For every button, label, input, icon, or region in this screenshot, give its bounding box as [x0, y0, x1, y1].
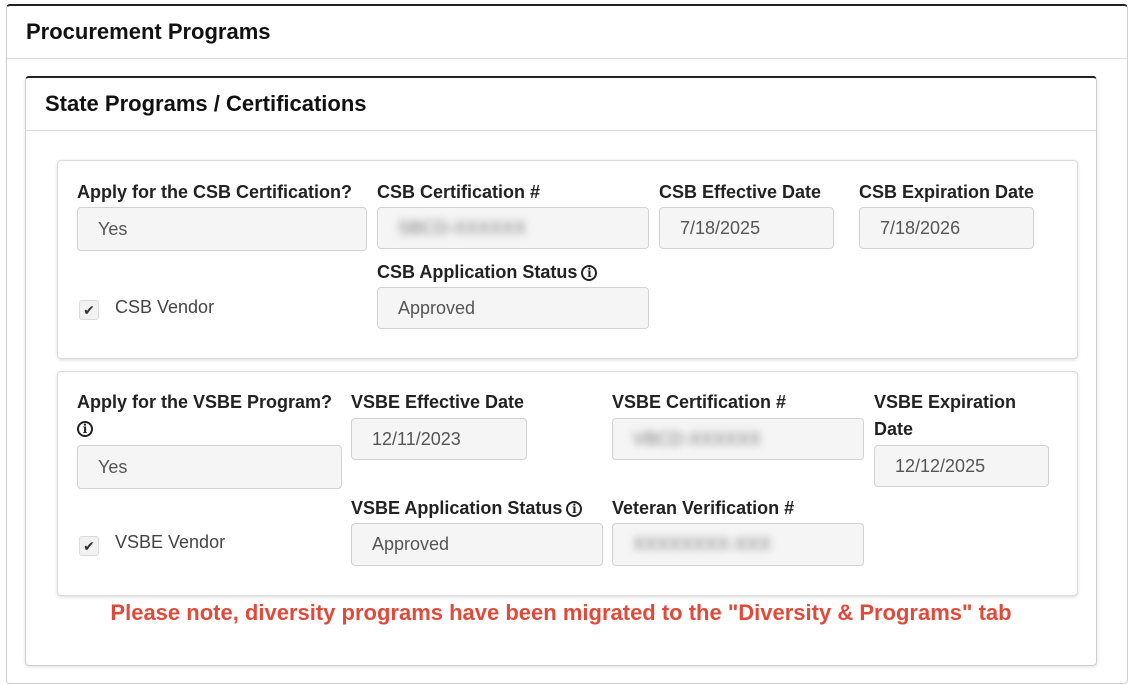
vsbe-apply-value: Yes: [98, 456, 128, 477]
check-icon: ✔: [83, 537, 95, 554]
csb-cert-label: CSB Certification #: [377, 182, 541, 202]
info-icon[interactable]: i: [77, 421, 93, 437]
vsbe-apply-label: Apply for the VSBE Program?: [77, 392, 333, 412]
vsbe-apply-label-row: Apply for the VSBE Program? i: [77, 389, 332, 441]
csb-expiration-label: CSB Expiration Date: [859, 182, 1035, 202]
csb-expiration-field[interactable]: 7/18/2026: [859, 207, 1034, 249]
csb-status-label-row: CSB Application Status i: [377, 259, 598, 285]
vsbe-veteran-label: Veteran Verification #: [612, 498, 795, 518]
csb-effective-label: CSB Effective Date: [659, 182, 822, 202]
csb-status-field[interactable]: Approved: [377, 287, 649, 329]
vsbe-effective-field[interactable]: 12/11/2023: [351, 418, 527, 460]
vsbe-vendor-label: VSBE Vendor: [115, 532, 226, 552]
csb-apply-value: Yes: [98, 218, 128, 239]
csb-apply-label: Apply for the CSB Certification?: [77, 182, 353, 202]
vsbe-veteran-field[interactable]: XXXXXXXX-XXX: [612, 523, 864, 566]
vsbe-expiration-value: 12/12/2025: [895, 455, 986, 476]
csb-status-label: CSB Application Status: [377, 262, 578, 282]
vsbe-expiration-field[interactable]: 12/12/2025: [874, 445, 1049, 487]
vsbe-expiration-label: VSBE Expiration Date: [874, 392, 1017, 439]
vsbe-cert-value: VBCD-XXXXXX: [633, 428, 762, 449]
vsbe-veteran-value: XXXXXXXX-XXX: [633, 534, 772, 554]
vsbe-panel: Apply for the VSBE Program? i Yes VSBE Ef…: [57, 371, 1078, 596]
csb-expiration-value: 7/18/2026: [880, 217, 961, 238]
csb-apply-field[interactable]: Yes: [77, 207, 367, 251]
state-programs-card: State Programs / Certifications Apply fo…: [25, 76, 1097, 666]
check-icon: ✔: [83, 301, 95, 318]
vsbe-apply-field[interactable]: Yes: [77, 445, 342, 489]
csb-vendor-checkbox[interactable]: ✔: [79, 300, 99, 320]
vsbe-cert-label: VSBE Certification #: [612, 392, 787, 412]
vsbe-status-label: VSBE Application Status: [351, 498, 563, 518]
vsbe-effective-label: VSBE Effective Date: [351, 392, 525, 412]
csb-panel: Apply for the CSB Certification? Yes CSB…: [57, 160, 1078, 359]
migration-note: Please note, diversity programs have bee…: [110, 600, 1012, 625]
vsbe-status-value: Approved: [372, 534, 450, 554]
csb-cert-field[interactable]: SBCD-XXXXXX: [377, 207, 649, 249]
procurement-programs-title: Procurement Programs: [7, 6, 1127, 59]
vsbe-cert-field[interactable]: VBCD-XXXXXX: [612, 418, 864, 460]
csb-status-value: Approved: [398, 297, 476, 318]
csb-effective-value: 7/18/2025: [680, 217, 761, 238]
state-programs-title: State Programs / Certifications: [26, 78, 1096, 131]
csb-effective-field[interactable]: 7/18/2025: [659, 207, 834, 249]
vsbe-status-field[interactable]: Approved: [351, 523, 603, 566]
info-icon[interactable]: i: [581, 265, 598, 281]
csb-vendor-label: CSB Vendor: [115, 297, 215, 317]
vsbe-status-label-row: VSBE Application Status i: [351, 495, 583, 521]
csb-cert-value: SBCD-XXXXXX: [398, 217, 527, 238]
vsbe-vendor-checkbox[interactable]: ✔: [79, 536, 99, 556]
vsbe-effective-value: 12/11/2023: [372, 428, 461, 449]
info-icon[interactable]: i: [566, 501, 583, 517]
